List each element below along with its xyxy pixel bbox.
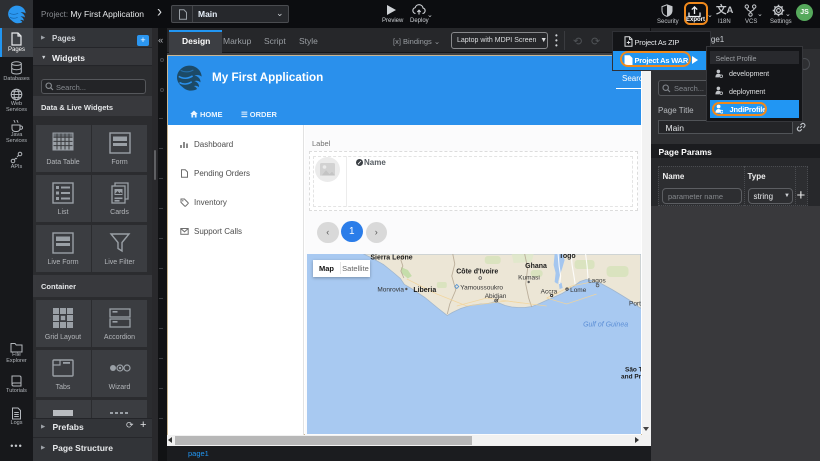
svg-text:Liberia: Liberia — [413, 287, 436, 294]
svg-text:Accra: Accra — [541, 288, 558, 295]
svg-text:Lagos: Lagos — [588, 277, 606, 284]
svg-text:São T: São T — [625, 366, 641, 373]
svg-text:Ghana: Ghana — [525, 262, 547, 269]
svg-text:Lome: Lome — [570, 287, 587, 294]
svg-text:Yamoussoukro: Yamoussoukro — [460, 284, 503, 291]
svg-text:Monrovia: Monrovia — [377, 286, 404, 293]
svg-text:and Pr: and Pr — [621, 373, 641, 380]
svg-text:Sierra Leone: Sierra Leone — [370, 254, 412, 261]
svg-text:Kumasi: Kumasi — [518, 274, 540, 281]
svg-text:Gulf of Guinea: Gulf of Guinea — [583, 321, 628, 328]
svg-text:Port: Port — [629, 300, 641, 307]
svg-text:Côte d'Ivoire: Côte d'Ivoire — [456, 268, 498, 275]
svg-text:Togo: Togo — [559, 254, 576, 260]
